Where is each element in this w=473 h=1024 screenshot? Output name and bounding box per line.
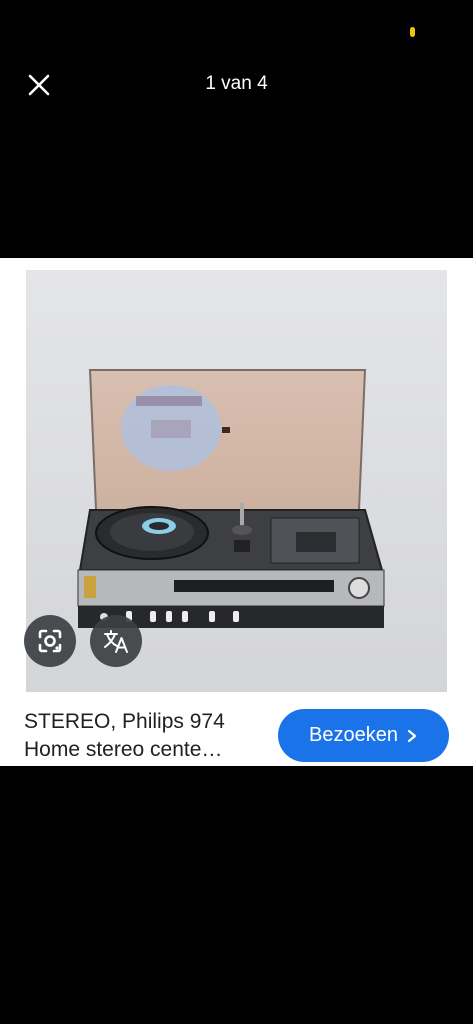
image-result-panel: STEREO, Philips 974 Home stereo cente… B…	[0, 258, 473, 766]
result-image[interactable]	[26, 270, 447, 692]
image-counter: 1 van 4	[205, 73, 268, 94]
result-title[interactable]: STEREO, Philips 974 Home stereo cente…	[24, 708, 264, 764]
result-title-line1: STEREO, Philips 974	[24, 710, 225, 733]
google-lens-icon	[38, 629, 62, 653]
translate-button[interactable]	[90, 615, 142, 667]
result-title-line2: Home stereo cente…	[24, 738, 223, 761]
status-indicator-dot	[410, 27, 415, 37]
chevron-right-icon	[407, 729, 417, 742]
visit-button[interactable]: Bezoeken	[278, 709, 449, 762]
translate-icon	[104, 630, 128, 653]
stereo-photo	[26, 270, 447, 692]
visit-button-label: Bezoeken	[309, 724, 398, 746]
lens-button[interactable]	[24, 615, 76, 667]
